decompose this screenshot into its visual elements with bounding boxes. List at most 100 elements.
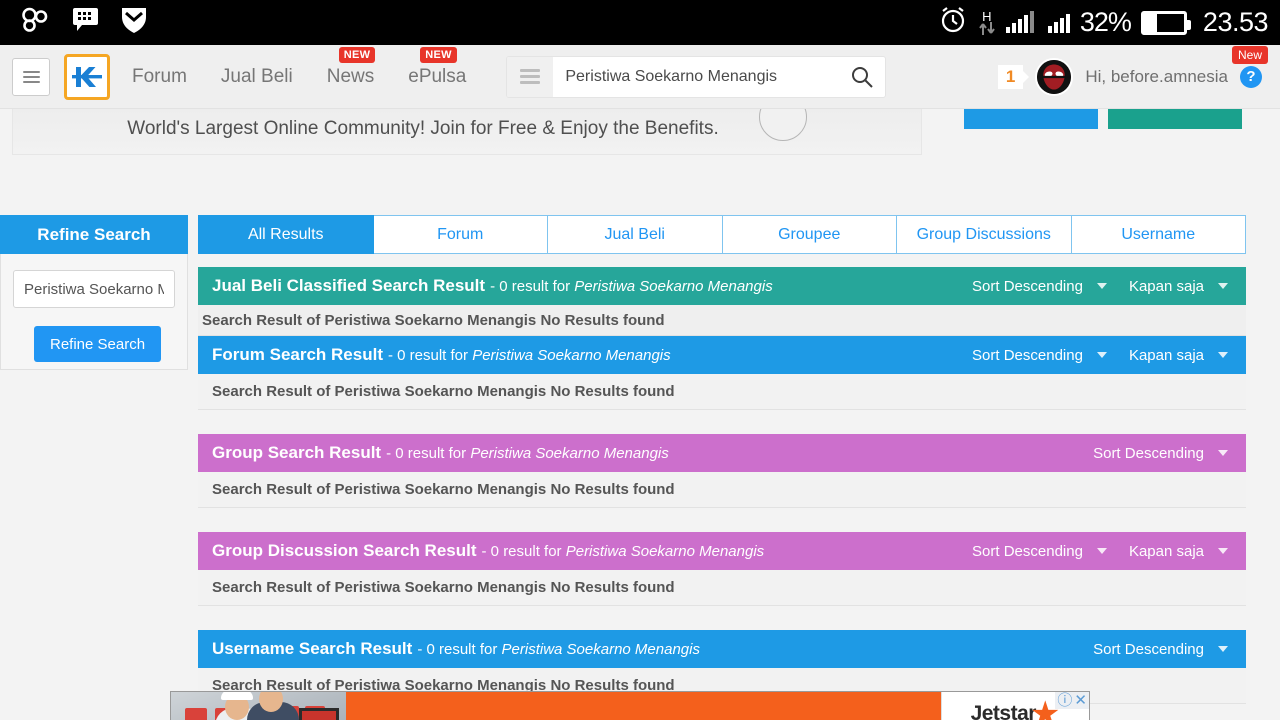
join-banner-message: World's Largest Online Community! Join f… [12,92,922,155]
search-scope-button[interactable] [507,56,554,97]
status-bar-system-icons: H 32% 23.53 [938,5,1269,40]
refine-search-input[interactable] [13,270,175,308]
result-tabs: All Results Forum Jual Beli Groupee Group Di… [198,215,1246,254]
browser-viewport: Forum Jual Beli NEW News NEW ePulsa Peri… [0,45,1280,720]
refine-search-title: Refine Search [0,215,188,254]
sort-dropdown-label: Sort Descending [972,542,1083,560]
search-input[interactable] [553,56,840,97]
section-query-text: Peristiwa Soekarno Menangis [565,542,765,560]
section-empty-message: Search Result of Peristiwa Soekarno Mena… [198,374,1246,410]
android-status-bar: H 32% 23.53 [0,0,1280,45]
section-title: Group Search Result [212,443,382,462]
search-icon [852,66,874,88]
section-empty-message: Search Result of Peristiwa Soekarno Mena… [198,472,1246,508]
section-title: Forum Search Result [212,345,383,364]
refine-search-panel: Refine Search [0,254,188,370]
section-title: Username Search Result [212,639,413,658]
time-filter-dropdown[interactable]: Kapan saja [1121,278,1236,295]
data-transfer-arrows-icon [979,21,995,35]
search-bar [506,55,887,98]
section-result-count: - 0 result for Peristiwa Soekarno Menang… [386,445,669,462]
search-submit-button[interactable] [839,57,885,97]
section-controls: Sort Descending [1085,445,1236,462]
result-section: Group Discussion Search Result - 0 result… [198,532,1246,606]
battery-percent-label: 32% [1079,7,1132,37]
sort-dropdown-label: Sort Descending [972,346,1083,364]
bbm-protect-shield-icon [121,6,147,39]
alarm-icon [938,5,968,40]
section-count-text: - 0 result for [490,277,571,295]
ad-brand-area: ⓘ ✕ Jetstar ★ INFO SELANJUTNYA [941,692,1089,720]
sort-dropdown[interactable]: Sort Descending [1085,641,1236,658]
sort-dropdown[interactable]: Sort Descending [964,347,1115,364]
section-controls: Sort Descending Kapan saja [964,543,1236,560]
ad-photo [171,692,346,720]
nav-item-epulsa[interactable]: NEW ePulsa [408,46,466,88]
header-user-area: 1 Hi, before.amnesia New ? [997,45,1269,96]
tab-label: Groupee [778,225,841,243]
kaskus-logo[interactable] [64,53,110,100]
new-badge: NEW [338,46,376,63]
signal-bars-sim1-icon [1005,10,1034,33]
nav-toggle-button[interactable] [12,57,50,96]
time-filter-label: Kapan saja [1128,542,1204,560]
time-filter-dropdown[interactable]: Kapan saja [1121,347,1236,364]
notification-count-badge[interactable]: 1 [997,64,1024,89]
section-result-count: - 0 result for Peristiwa Soekarno Menang… [482,543,765,560]
tab-group-discussions[interactable]: Group Discussions [897,215,1072,254]
adchoices-info-icon[interactable]: ⓘ [1057,693,1072,708]
chevron-down-icon [1096,352,1107,358]
tab-jual-beli[interactable]: Jual Beli [548,215,723,254]
nav-label: Jual Beli [220,65,293,87]
section-header: Group Search Result - 0 result for Perist… [198,434,1246,472]
result-section: Group Search Result - 0 result for Perist… [198,434,1246,508]
question-mark-icon: ? [1240,65,1262,88]
main-navigation: Forum Jual Beli NEW News NEW ePulsa [132,46,466,88]
section-count-text: - 0 result for [481,542,562,560]
section-count-text: - 0 result for [388,346,469,364]
tab-all-results[interactable]: All Results [198,215,374,254]
nav-item-forum[interactable]: Forum [132,66,187,88]
help-button[interactable]: New ? [1232,45,1269,88]
tab-forum[interactable]: Forum [373,215,548,254]
tab-label: All Results [247,225,324,243]
sort-dropdown-label: Sort Descending [1093,640,1204,658]
adchoices-controls[interactable]: ⓘ ✕ [1055,692,1089,709]
advertisement-banner[interactable]: ⓘ ✕ Jetstar ★ INFO SELANJUTNYA [170,691,1090,720]
section-count-text: - 0 result for [386,444,467,462]
site-header: Forum Jual Beli NEW News NEW ePulsa Peri… [0,45,1280,109]
nav-item-jual-beli[interactable]: Jual Beli [221,66,293,88]
section-empty-message: Search Result of Peristiwa Soekarno Mena… [198,570,1246,606]
section-title: Jual Beli Classified Search Result [212,276,486,295]
new-badge: NEW [420,46,457,63]
ad-body [346,692,941,720]
section-empty-message: Search Result of Peristiwa Soekarno Mena… [198,305,1246,336]
tab-label: Forum [437,225,484,243]
section-query-text: Peristiwa Soekarno Menangis [501,640,700,658]
time-filter-label: Kapan saja [1128,277,1204,295]
list-icon [520,69,541,84]
tab-username[interactable]: Username [1071,215,1246,254]
ad-logo: Jetstar ★ [971,697,1061,720]
time-filter-dropdown[interactable]: Kapan saja [1121,543,1236,560]
section-query-text: Peristiwa Soekarno Menangis [470,444,669,462]
join-banner: World's Largest Online Community! Join f… [12,91,1268,170]
nav-item-news[interactable]: NEW News [327,46,376,88]
refine-search-button[interactable]: Refine Search [34,326,162,362]
section-controls: Sort Descending Kapan saja [964,278,1236,295]
section-query-text: Peristiwa Soekarno Menangis [472,346,671,364]
sort-dropdown[interactable]: Sort Descending [964,543,1115,560]
sort-dropdown[interactable]: Sort Descending [1085,445,1236,462]
section-result-count: - 0 result for Peristiwa Soekarno Menang… [388,347,671,364]
section-controls: Sort Descending Kapan saja [964,347,1236,364]
avatar[interactable] [1035,57,1074,96]
close-icon[interactable]: ✕ [1074,693,1087,708]
section-result-count: - 0 result for Peristiwa Soekarno Menang… [417,641,700,658]
chevron-down-icon [1096,548,1107,554]
tab-groupee[interactable]: Groupee [722,215,897,254]
user-greeting[interactable]: Hi, before.amnesia [1085,67,1228,87]
section-header: Forum Search Result - 0 result for Perist… [198,336,1246,374]
result-sections: Jual Beli Classified Search Result - 0 re… [198,267,1246,716]
tab-label: Username [1121,225,1196,243]
sort-dropdown[interactable]: Sort Descending [964,278,1115,295]
